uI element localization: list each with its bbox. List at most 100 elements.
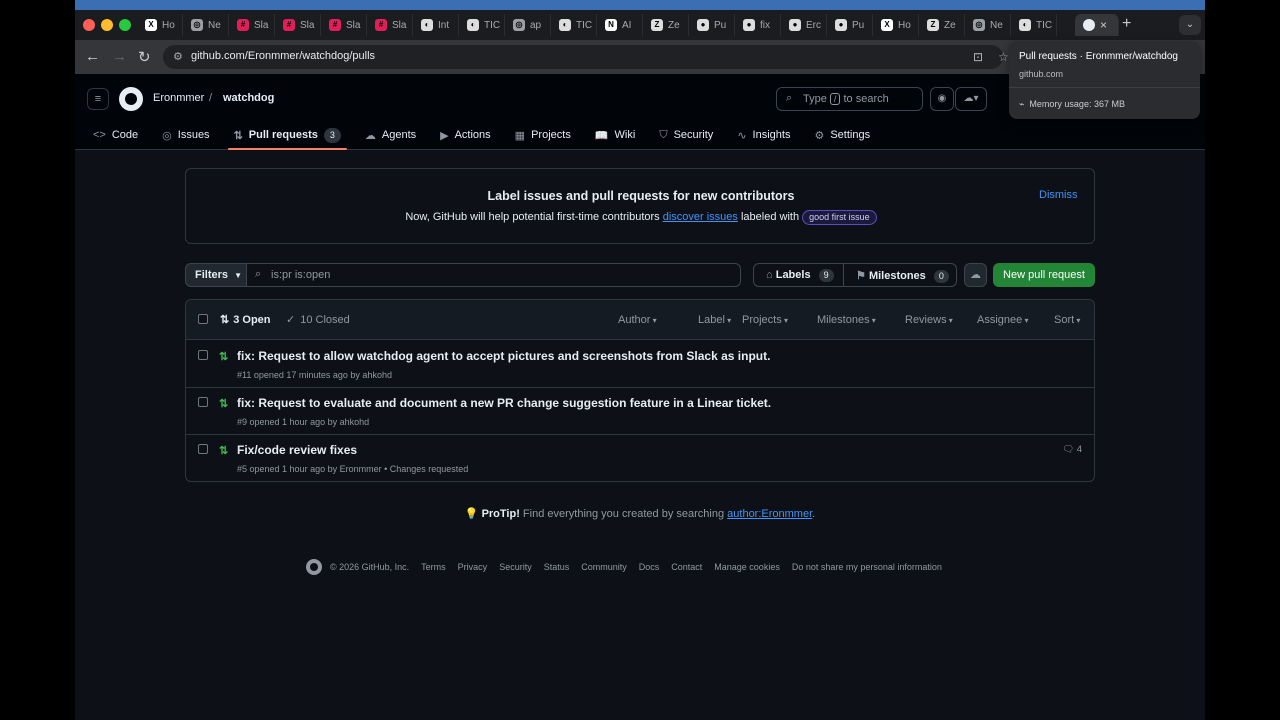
table-row[interactable]: ⇅ fix: Request to allow watchdog agent to… — [186, 341, 1094, 388]
github-icon — [1083, 19, 1095, 31]
create-new-icon[interactable]: ☁▾ — [955, 87, 987, 111]
comments-link[interactable]: 🗨 4 — [1062, 444, 1082, 455]
filters-button[interactable]: Filters ▼ — [185, 263, 247, 287]
author-search-link[interactable]: author:Eronmmer — [727, 508, 812, 520]
closed-filter-tab[interactable]: ✓ 10 Closed — [286, 313, 350, 326]
back-arrow-icon[interactable]: ← — [85, 48, 100, 65]
projects-icon: ▦ — [514, 129, 526, 142]
install-app-icon[interactable]: ⊡ — [973, 50, 983, 64]
bookmark-star-icon[interactable]: ☆ — [998, 50, 1009, 64]
discover-issues-link[interactable]: discover issues — [663, 211, 738, 223]
filter-query[interactable]: is:pr is:open — [271, 269, 330, 281]
select-all-checkbox[interactable] — [198, 314, 208, 324]
forward-arrow-icon[interactable]: → — [112, 48, 127, 65]
browser-tab[interactable]: Z Ze — [643, 14, 689, 36]
pr-title-link[interactable]: fix: Request to evaluate and document a … — [237, 396, 771, 410]
browser-tab[interactable]: Z Ze — [919, 14, 965, 36]
browser-tab[interactable]: ◎ Ne — [965, 14, 1011, 36]
browser-tab[interactable]: ● Pu — [827, 14, 873, 36]
pr-title-link[interactable]: Fix/code review fixes — [237, 443, 357, 457]
browser-tab[interactable]: # Sla — [275, 14, 321, 36]
tab-search-chevron-icon[interactable]: ⌄ — [1179, 15, 1201, 35]
github-logo-icon[interactable] — [119, 87, 143, 111]
milestones-filter-dropdown[interactable]: Milestones ▾ — [817, 314, 876, 326]
pr-title-link[interactable]: fix: Request to allow watchdog agent to … — [237, 349, 770, 363]
browser-tab[interactable]: ◎ ap — [505, 14, 551, 36]
browser-tab[interactable]: # Sla — [367, 14, 413, 36]
breadcrumb-owner[interactable]: Eronmmer — [153, 92, 204, 104]
footer-link[interactable]: Privacy — [458, 562, 488, 572]
active-tab[interactable]: × — [1075, 14, 1119, 36]
tab-projects[interactable]: ▦ Projects — [509, 120, 577, 150]
browser-tab[interactable]: ● fix — [735, 14, 781, 36]
milestones-button[interactable]: ⚑ Milestones 0 — [843, 263, 957, 287]
sort-filter-dropdown[interactable]: Sort ▾ — [1054, 314, 1080, 326]
active-tab-close-icon[interactable]: × — [1100, 18, 1107, 32]
browser-tab[interactable]: ◐ Int — [413, 14, 459, 36]
menu-icon[interactable]: ≡ — [87, 88, 109, 110]
url-text[interactable]: github.com/Eronmmer/watchdog/pulls — [191, 50, 375, 62]
browser-tab[interactable]: N AI — [597, 14, 643, 36]
browser-tab[interactable]: ● Pu — [689, 14, 735, 36]
new-tab-button[interactable]: + — [1122, 15, 1131, 33]
browser-tab[interactable]: ◐ TIC — [459, 14, 505, 36]
open-filter-tab[interactable]: ⇅ 3 Open — [220, 313, 271, 326]
table-row[interactable]: ⇅ Fix/code review fixes #5 opened 1 hour a… — [186, 435, 1094, 482]
browser-tab[interactable]: ● Erc — [781, 14, 827, 36]
footer-link[interactable]: Status — [544, 562, 570, 572]
author-filter-dropdown[interactable]: Author ▾ — [618, 314, 657, 326]
milestone-icon: ⚑ — [856, 270, 866, 282]
minimize-window-button[interactable] — [101, 19, 113, 31]
tab-wiki[interactable]: 📖 Wiki — [589, 120, 641, 150]
row-checkbox[interactable] — [198, 350, 208, 360]
tab-insights[interactable]: ∿ Insights — [731, 120, 796, 150]
protip: 💡 ProTip! Find everything you created by… — [75, 507, 1205, 520]
browser-tab[interactable]: X Ho — [137, 14, 183, 36]
dismiss-button[interactable]: Dismiss — [1039, 189, 1078, 201]
tab-security[interactable]: ⛉ Security — [653, 120, 719, 150]
browser-tab[interactable]: ◐ TIC — [1011, 14, 1057, 36]
footer-link[interactable]: Security — [499, 562, 532, 572]
browser-tab[interactable]: # Sla — [229, 14, 275, 36]
tab-pull-requests[interactable]: ⇅ Pull requests 3 — [227, 120, 348, 150]
good-first-issue-label[interactable]: good first issue — [802, 210, 877, 225]
close-window-button[interactable] — [83, 19, 95, 31]
cloud-agent-icon[interactable]: ☁ — [964, 263, 987, 287]
table-row[interactable]: ⇅ fix: Request to evaluate and document a… — [186, 388, 1094, 435]
address-bar[interactable]: ⚙ github.com/Eronmmer/watchdog/pulls — [163, 45, 1003, 69]
row-checkbox[interactable] — [198, 444, 208, 454]
projects-filter-dropdown[interactable]: Projects ▾ — [742, 314, 788, 326]
caret-down-icon: ▾ — [946, 316, 953, 325]
tab-code[interactable]: <> Code — [87, 120, 144, 150]
footer-link[interactable]: Do not share my personal information — [792, 562, 942, 572]
maximize-window-button[interactable] — [119, 19, 131, 31]
tab-actions[interactable]: ▶ Actions — [434, 120, 497, 150]
browser-tab[interactable]: # Sla — [321, 14, 367, 36]
tab-settings[interactable]: ⚙ Settings — [808, 120, 876, 150]
labels-button[interactable]: ⌂ Labels 9 — [753, 263, 844, 287]
pull-request-list: ⇅ 3 Open ✓ 10 Closed Author ▾ Label ▾ Projec… — [185, 299, 1095, 482]
breadcrumb-repo[interactable]: watchdog — [223, 92, 274, 104]
footer-link[interactable]: Manage cookies — [714, 562, 780, 572]
github-footer-logo-icon[interactable] — [306, 559, 322, 575]
reviews-filter-dropdown[interactable]: Reviews ▾ — [905, 314, 953, 326]
browser-tab[interactable]: ◐ TIC — [551, 14, 597, 36]
tab-issues[interactable]: ◎ Issues — [156, 120, 215, 150]
footer-link[interactable]: Terms — [421, 562, 446, 572]
footer-link[interactable]: Contact — [671, 562, 702, 572]
label-filter-dropdown[interactable]: Label ▾ — [698, 314, 731, 326]
copilot-icon[interactable]: ◉ — [930, 87, 954, 111]
slack-icon: # — [375, 19, 387, 31]
browser-tab[interactable]: ◎ Ne — [183, 14, 229, 36]
footer-link[interactable]: Docs — [639, 562, 660, 572]
assignee-filter-dropdown[interactable]: Assignee ▾ — [977, 314, 1029, 326]
filter-search-input[interactable]: ⌕ is:pr is:open — [246, 263, 741, 287]
reload-icon[interactable]: ↻ — [138, 48, 151, 66]
search-input[interactable]: ⌕ Type / to search — [776, 87, 923, 111]
footer-link[interactable]: Community — [581, 562, 627, 572]
tab-agents[interactable]: ☁ Agents — [359, 120, 422, 150]
new-pull-request-button[interactable]: New pull request — [993, 263, 1095, 287]
row-checkbox[interactable] — [198, 397, 208, 407]
site-info-icon[interactable]: ⚙ — [173, 50, 187, 64]
browser-tab[interactable]: X Ho — [873, 14, 919, 36]
